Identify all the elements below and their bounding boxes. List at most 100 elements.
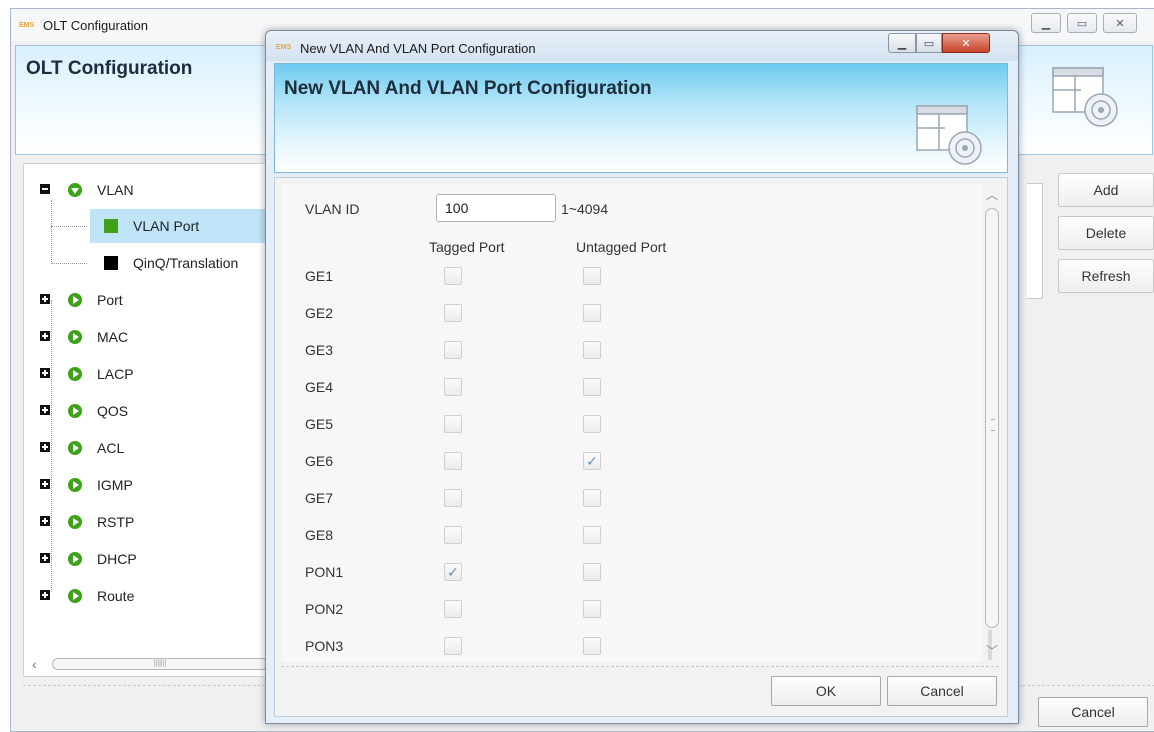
tagged-checkbox-pon1[interactable]: ✓ xyxy=(444,563,462,581)
content-panel-edge xyxy=(1027,183,1043,299)
untagged-checkbox-ge7[interactable] xyxy=(583,489,601,507)
divider xyxy=(281,666,999,667)
form-vertical-scrollbar[interactable]: ︿ ﹀ xyxy=(983,184,1001,662)
untagged-checkbox-ge5[interactable] xyxy=(583,415,601,433)
untagged-checkbox-pon2[interactable] xyxy=(583,600,601,618)
port-label: GE4 xyxy=(305,379,334,395)
untagged-checkbox-ge1[interactable] xyxy=(583,267,601,285)
untagged-checkbox-ge2[interactable] xyxy=(583,304,601,322)
port-label: GE3 xyxy=(305,342,334,358)
maximize-icon[interactable]: ▭ xyxy=(916,33,942,53)
tree-item-label: Route xyxy=(97,588,135,604)
expand-icon[interactable] xyxy=(40,553,50,563)
scroll-down-icon[interactable]: ﹀ xyxy=(986,642,998,659)
collapsed-node-icon xyxy=(68,552,82,566)
untagged-port-header: Untagged Port xyxy=(576,239,667,255)
minimize-icon[interactable]: ▁ xyxy=(1031,13,1061,33)
untagged-checkbox-pon3[interactable] xyxy=(583,637,601,655)
expand-icon[interactable] xyxy=(40,294,50,304)
minimize-icon[interactable]: ▁ xyxy=(888,33,916,53)
close-icon[interactable]: ✕ xyxy=(1103,13,1137,33)
tree-horizontal-scrollbar[interactable]: ‹ ||||||| xyxy=(32,656,268,672)
dialog-titlebar[interactable]: EMS New VLAN And VLAN Port Configuration… xyxy=(266,31,1018,61)
tagged-checkbox-ge3[interactable] xyxy=(444,341,462,359)
tagged-checkbox-ge8[interactable] xyxy=(444,526,462,544)
tagged-checkbox-ge7[interactable] xyxy=(444,489,462,507)
scroll-up-icon[interactable]: ︿ xyxy=(986,186,998,203)
vlan-id-input[interactable] xyxy=(436,194,556,222)
port-label: GE7 xyxy=(305,490,334,506)
parent-header-title: OLT Configuration xyxy=(26,58,193,79)
tree-item-qos[interactable]: QOS xyxy=(68,400,128,422)
collapsed-node-icon xyxy=(68,330,82,344)
expand-icon[interactable] xyxy=(40,405,50,415)
tree-connector xyxy=(51,226,87,227)
tagged-checkbox-pon3[interactable] xyxy=(444,637,462,655)
tree-item-port[interactable]: Port xyxy=(68,289,123,311)
untagged-checkbox-ge4[interactable] xyxy=(583,378,601,396)
tree-item-dhcp[interactable]: DHCP xyxy=(68,548,137,570)
tagged-checkbox-ge1[interactable] xyxy=(444,267,462,285)
untagged-checkbox-pon1[interactable] xyxy=(583,563,601,581)
port-label: GE8 xyxy=(305,527,334,543)
collapsed-node-icon xyxy=(68,515,82,529)
tree-item-route[interactable]: Route xyxy=(68,585,134,607)
scroll-thumb[interactable] xyxy=(985,208,999,628)
collapsed-node-icon xyxy=(68,367,82,381)
tagged-checkbox-ge2[interactable] xyxy=(444,304,462,322)
tree-item-lacp[interactable]: LACP xyxy=(68,363,134,385)
scroll-thumb[interactable]: ||||||| xyxy=(52,658,268,670)
collapse-icon[interactable] xyxy=(40,184,50,194)
port-label: GE2 xyxy=(305,305,334,321)
untagged-checkbox-ge8[interactable] xyxy=(583,526,601,544)
tree-item-label: VLAN xyxy=(97,182,134,198)
tagged-port-header: Tagged Port xyxy=(429,239,505,255)
scroll-left-icon[interactable]: ‹ xyxy=(32,656,37,672)
dialog-header-title: New VLAN And VLAN Port Configuration xyxy=(284,78,652,99)
tree-item-vlan[interactable]: VLAN xyxy=(68,179,268,201)
tree-item-mac[interactable]: MAC xyxy=(68,326,128,348)
tagged-checkbox-ge5[interactable] xyxy=(444,415,462,433)
port-label: PON1 xyxy=(305,564,344,580)
parent-window-title: OLT Configuration xyxy=(43,18,149,33)
close-icon[interactable]: ✕ xyxy=(942,33,990,53)
expand-icon[interactable] xyxy=(40,516,50,526)
tree-item-qinq[interactable]: QinQ/Translation xyxy=(104,252,274,274)
tree-item-vlan-port[interactable]: VLAN Port xyxy=(90,209,276,243)
delete-button[interactable]: Delete xyxy=(1058,216,1154,250)
expanded-node-icon xyxy=(68,183,82,197)
cancel-button[interactable]: Cancel xyxy=(887,676,997,706)
parent-cancel-button[interactable]: Cancel xyxy=(1038,697,1148,727)
tree-item-label: ACL xyxy=(97,440,125,456)
tree-item-rstp[interactable]: RSTP xyxy=(68,511,134,533)
maximize-icon[interactable]: ▭ xyxy=(1067,13,1097,33)
tree-item-acl[interactable]: ACL xyxy=(68,437,124,459)
collapsed-node-icon xyxy=(68,404,82,418)
add-button[interactable]: Add xyxy=(1058,173,1154,207)
untagged-checkbox-ge6[interactable]: ✓ xyxy=(583,452,601,470)
tree-item-label: QOS xyxy=(97,403,129,419)
tagged-checkbox-pon2[interactable] xyxy=(444,600,462,618)
expand-icon[interactable] xyxy=(40,368,50,378)
expand-icon[interactable] xyxy=(40,442,50,452)
vlan-port-icon xyxy=(104,219,118,233)
collapsed-node-icon xyxy=(68,478,82,492)
dialog-title: New VLAN And VLAN Port Configuration xyxy=(300,41,536,56)
ok-button[interactable]: OK xyxy=(771,676,881,706)
tagged-checkbox-ge4[interactable] xyxy=(444,378,462,396)
vlan-id-label: VLAN ID xyxy=(305,201,360,217)
port-label: GE6 xyxy=(305,453,334,469)
tree-item-igmp[interactable]: IGMP xyxy=(68,474,133,496)
expand-icon[interactable] xyxy=(40,590,50,600)
refresh-button[interactable]: Refresh xyxy=(1058,259,1154,293)
tree-item-label: QinQ/Translation xyxy=(133,255,239,271)
untagged-checkbox-ge3[interactable] xyxy=(583,341,601,359)
collapsed-node-icon xyxy=(68,589,82,603)
expand-icon[interactable] xyxy=(40,479,50,489)
expand-icon[interactable] xyxy=(40,331,50,341)
tagged-checkbox-ge6[interactable] xyxy=(444,452,462,470)
config-dialog-icon xyxy=(1052,67,1118,127)
collapsed-node-icon xyxy=(68,293,82,307)
port-label: GE1 xyxy=(305,268,334,284)
vlan-form: VLAN ID 1~4094 Tagged Port Untagged Port… xyxy=(281,184,983,662)
